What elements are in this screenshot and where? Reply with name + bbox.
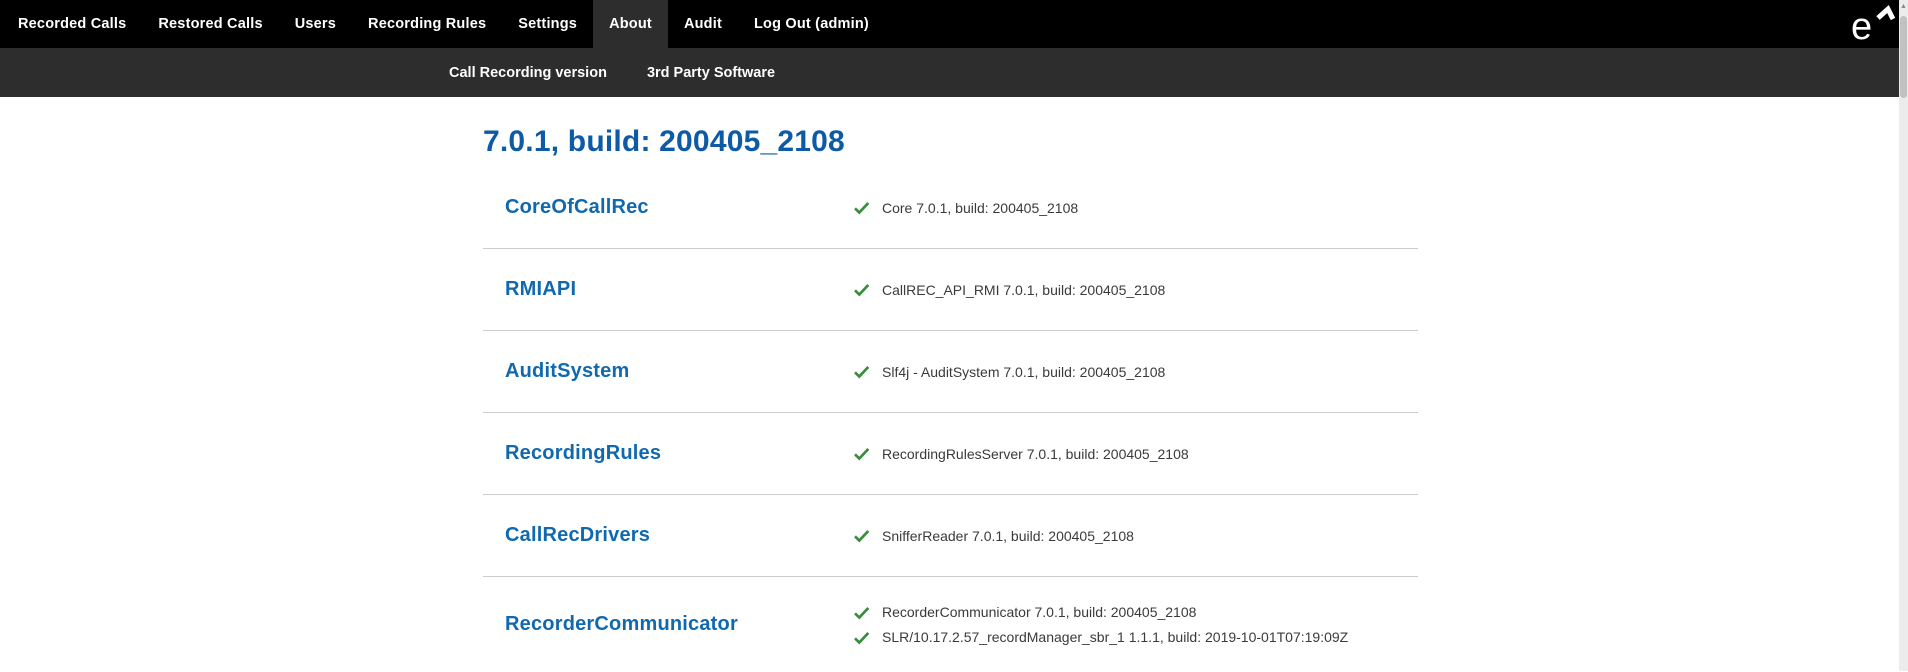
component-status: SLR/10.17.2.57_recordManager_sbr_1 1.1.1… xyxy=(852,628,1348,647)
subnav-item-3rd-party-software[interactable]: 3rd Party Software xyxy=(631,48,791,97)
component-status: Slf4j - AuditSystem 7.0.1, build: 200405… xyxy=(852,362,1165,381)
vertical-scrollbar[interactable]: ▲ xyxy=(1899,0,1908,671)
component-name: AuditSystem xyxy=(483,360,852,383)
check-icon xyxy=(852,280,871,299)
component-name: CallRecDrivers xyxy=(483,524,852,547)
nav-item-recording-rules[interactable]: Recording Rules xyxy=(352,0,502,48)
check-icon xyxy=(852,526,871,545)
component-row-callrecdrivers: CallRecDrivers SnifferReader 7.0.1, buil… xyxy=(483,495,1418,577)
status-text: Slf4j - AuditSystem 7.0.1, build: 200405… xyxy=(882,364,1165,380)
component-status: Core 7.0.1, build: 200405_2108 xyxy=(852,198,1078,217)
status-text: Core 7.0.1, build: 200405_2108 xyxy=(882,200,1078,216)
nav-item-settings[interactable]: Settings xyxy=(502,0,593,48)
nav-item-about[interactable]: About xyxy=(593,0,668,48)
component-name: RMIAPI xyxy=(483,278,852,301)
status-text: SLR/10.17.2.57_recordManager_sbr_1 1.1.1… xyxy=(882,629,1348,645)
sub-navigation: Call Recording version 3rd Party Softwar… xyxy=(0,48,1908,97)
check-icon xyxy=(852,198,871,217)
nav-item-logout[interactable]: Log Out (admin) xyxy=(738,0,885,48)
check-icon xyxy=(852,362,871,381)
component-status: CallREC_API_RMI 7.0.1, build: 200405_210… xyxy=(852,280,1165,299)
check-icon xyxy=(852,444,871,463)
nav-item-recorded-calls[interactable]: Recorded Calls xyxy=(2,0,142,48)
nav-item-audit[interactable]: Audit xyxy=(668,0,738,48)
status-text: RecordingRulesServer 7.0.1, build: 20040… xyxy=(882,446,1189,462)
component-status: RecordingRulesServer 7.0.1, build: 20040… xyxy=(852,444,1189,463)
version-title: 7.0.1, build: 200405_2108 xyxy=(483,125,1908,159)
svg-text:e: e xyxy=(1851,6,1872,45)
scroll-up-arrow-icon[interactable]: ▲ xyxy=(1900,3,1907,11)
status-text: CallREC_API_RMI 7.0.1, build: 200405_210… xyxy=(882,282,1165,298)
eleveo-logo-icon: e xyxy=(1850,0,1896,48)
top-navigation: Recorded Calls Restored Calls Users Reco… xyxy=(0,0,1908,48)
component-row-recordingrules: RecordingRules RecordingRulesServer 7.0.… xyxy=(483,413,1418,495)
status-text: SnifferReader 7.0.1, build: 200405_2108 xyxy=(882,528,1134,544)
scrollbar-thumb[interactable] xyxy=(1900,16,1907,98)
subnav-item-call-recording-version[interactable]: Call Recording version xyxy=(433,48,623,97)
check-icon xyxy=(852,603,871,622)
component-row-auditsystem: AuditSystem Slf4j - AuditSystem 7.0.1, b… xyxy=(483,331,1418,413)
component-status: RecorderCommunicator 7.0.1, build: 20040… xyxy=(852,603,1348,622)
component-row-recordercommunicator: RecorderCommunicator RecorderCommunicato… xyxy=(483,577,1418,672)
nav-item-users[interactable]: Users xyxy=(279,0,352,48)
component-name: RecordingRules xyxy=(483,442,852,465)
component-name: CoreOfCallRec xyxy=(483,196,852,219)
status-text: RecorderCommunicator 7.0.1, build: 20040… xyxy=(882,604,1196,620)
component-row-rmiapi: RMIAPI CallREC_API_RMI 7.0.1, build: 200… xyxy=(483,249,1418,331)
component-name: RecorderCommunicator xyxy=(483,613,852,636)
component-row-coreofcallrec: CoreOfCallRec Core 7.0.1, build: 200405_… xyxy=(483,167,1418,249)
nav-item-restored-calls[interactable]: Restored Calls xyxy=(142,0,278,48)
check-icon xyxy=(852,628,871,647)
component-status: SnifferReader 7.0.1, build: 200405_2108 xyxy=(852,526,1134,545)
about-content: 7.0.1, build: 200405_2108 CoreOfCallRec … xyxy=(0,125,1908,672)
component-list: CoreOfCallRec Core 7.0.1, build: 200405_… xyxy=(483,167,1418,672)
